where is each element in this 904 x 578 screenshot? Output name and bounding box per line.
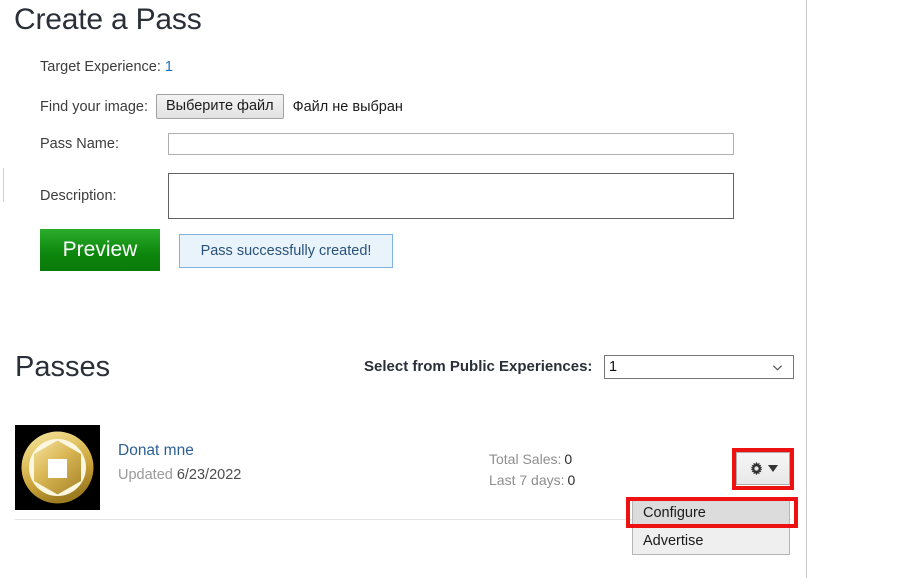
choose-file-button[interactable]: Выберите файл xyxy=(156,94,284,119)
menu-item-advertise[interactable]: Advertise xyxy=(633,527,789,554)
gear-icon xyxy=(750,461,762,476)
target-experience-link[interactable]: 1 xyxy=(165,59,173,75)
target-experience-label: Target Experience: xyxy=(40,59,161,75)
pass-settings-dropdown-button[interactable] xyxy=(736,452,790,485)
caret-down-icon xyxy=(767,465,778,472)
passes-heading: Passes xyxy=(15,351,111,383)
last7-days-stat: Last 7 days: 0 xyxy=(489,470,575,491)
updated-date: 6/23/2022 xyxy=(176,467,242,483)
updated-label: Updated xyxy=(118,467,173,483)
experience-select[interactable]: 1 xyxy=(604,355,794,379)
pass-settings-menu: Configure Advertise xyxy=(632,499,790,555)
file-status-text: Файл не выбран xyxy=(292,98,403,115)
last7-days-label: Last 7 days: xyxy=(489,472,565,488)
preview-button[interactable]: Preview xyxy=(40,229,160,271)
content-right-divider xyxy=(806,0,807,578)
robux-hexagon-icon xyxy=(15,425,100,510)
find-image-label: Find your image: xyxy=(40,98,148,115)
total-sales-label: Total Sales: xyxy=(489,451,562,467)
target-experience-row: Target Experience: 1 xyxy=(40,59,173,75)
experience-select-label: Select from Public Experiences: xyxy=(364,358,593,375)
total-sales-stat: Total Sales: 0 xyxy=(489,449,575,470)
pass-name-row: Pass Name: xyxy=(40,133,734,155)
find-image-row: Find your image: Выберите файл Файл не в… xyxy=(40,94,403,119)
last7-days-value: 0 xyxy=(567,472,576,488)
pass-name-label: Pass Name: xyxy=(40,136,119,152)
total-sales-value: 0 xyxy=(564,451,573,467)
pass-updated: Updated 6/23/2022 xyxy=(118,466,241,485)
pass-stats: Total Sales: 0 Last 7 days: 0 xyxy=(489,449,575,491)
left-edge-marker xyxy=(3,168,4,202)
description-row: Description: xyxy=(40,173,734,219)
success-alert: Pass successfully created! xyxy=(179,234,393,268)
description-label: Description: xyxy=(40,188,117,204)
page-root: Create a Pass Target Experience: 1 Find … xyxy=(0,0,904,578)
pass-thumbnail[interactable] xyxy=(15,425,100,510)
description-input[interactable] xyxy=(168,173,734,219)
pass-name-link[interactable]: Donat mne xyxy=(118,441,241,461)
page-title: Create a Pass xyxy=(14,3,202,36)
pass-name-input[interactable] xyxy=(168,133,734,155)
pass-info: Donat mne Updated 6/23/2022 xyxy=(118,441,241,485)
menu-item-configure[interactable]: Configure xyxy=(633,500,789,527)
